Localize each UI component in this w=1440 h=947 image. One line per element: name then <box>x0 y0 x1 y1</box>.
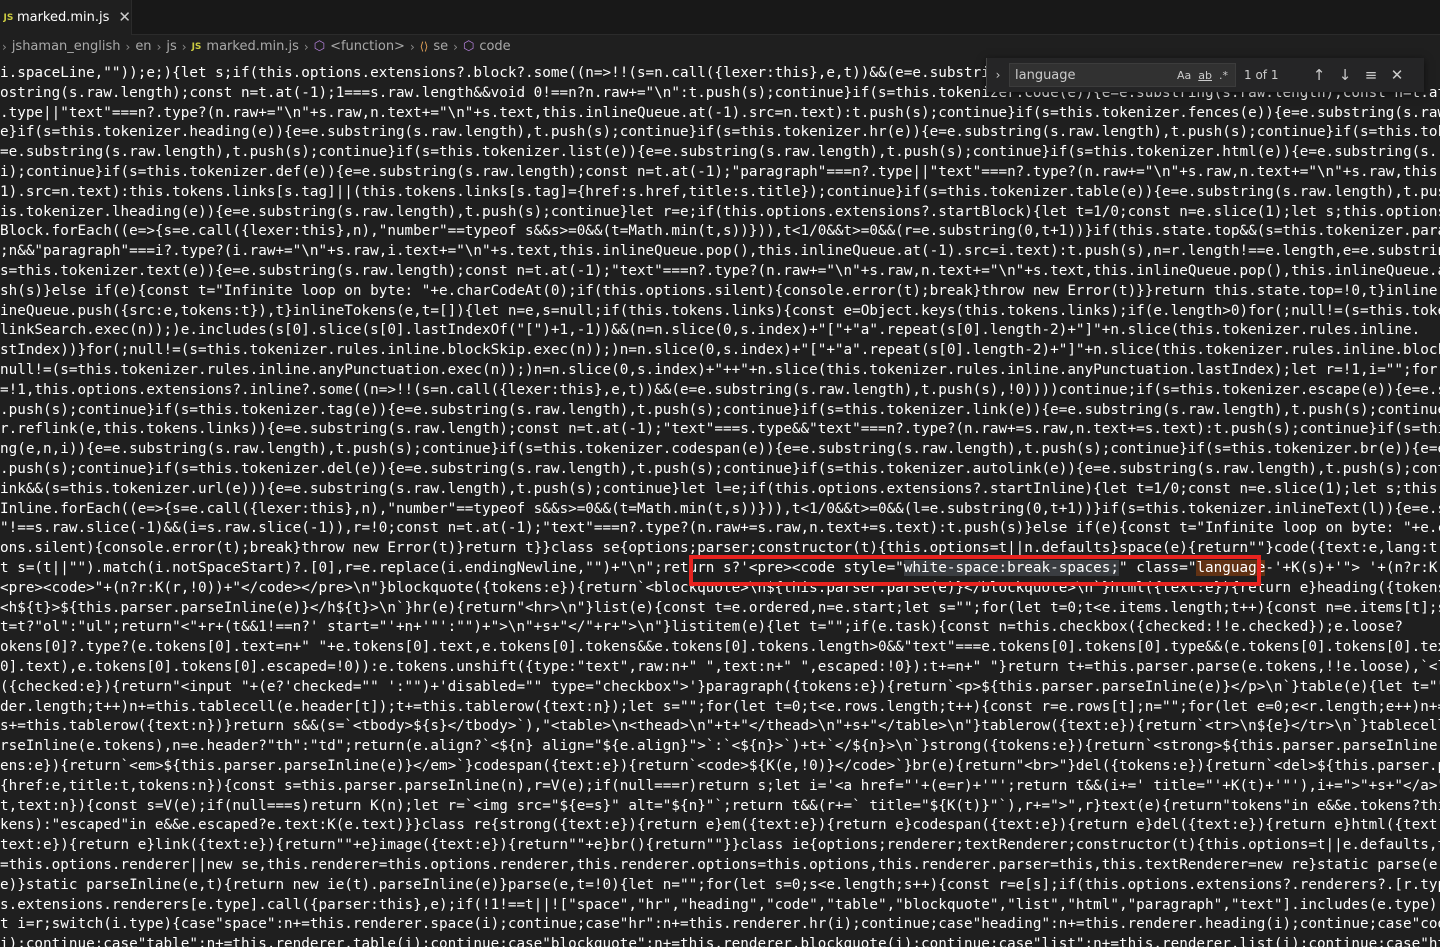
variable-icon: ⟨⟩ <box>420 40 429 53</box>
breadcrumb-label: jshaman_english <box>12 39 121 54</box>
chevron-right-icon: › <box>157 40 162 54</box>
chevron-right-icon: › <box>304 40 309 54</box>
breadcrumb-item-file[interactable]: JS marked.min.js <box>192 39 299 54</box>
chevron-right-icon: › <box>2 40 7 54</box>
code-line[interactable]: r.reflink(e,this.tokens.links)){e=e.subs… <box>0 420 1440 440</box>
chevron-right-icon: › <box>126 40 131 54</box>
code-line[interactable]: =this.options.renderer||new se,this.rend… <box>0 856 1440 876</box>
selected-text: white-space:break-spaces; <box>904 560 1119 576</box>
code-line[interactable]: sh(s)}else if(e){const t="Infinite loop … <box>0 282 1440 302</box>
code-text: <pre><code style=" <box>749 560 904 576</box>
close-icon[interactable]: ✕ <box>118 10 131 25</box>
code-line[interactable]: 0].text),e.tokens[0].tokens[0].escaped=!… <box>0 658 1440 678</box>
code-line[interactable]: .push(s);continue}if(s=this.tokenizer.de… <box>0 460 1440 480</box>
code-line[interactable]: ;n&&"paragraph"===i?.type?(i.raw+="\n"+s… <box>0 242 1440 262</box>
breadcrumb-label: code <box>479 39 510 54</box>
find-in-selection-icon[interactable]: ≡ <box>1358 68 1384 83</box>
breadcrumb: › jshaman_english › en › js › JS marked.m… <box>0 35 1440 58</box>
code-text: " class=" <box>1119 560 1196 576</box>
code-line[interactable]: stIndex))}for(;null!=(s=this.tokenizer.r… <box>0 341 1440 361</box>
next-match-icon[interactable]: ↓ <box>1332 68 1358 83</box>
code-line[interactable]: text:e}){return e}link({text:e}){return"… <box>0 836 1440 856</box>
code-line[interactable]: is.tokenizer.lheading(e)){e=e.substring(… <box>0 203 1440 223</box>
close-icon[interactable]: ✕ <box>1384 68 1410 83</box>
code-line[interactable]: =!1,this.options.extensions?.inline?.som… <box>0 381 1440 401</box>
find-query[interactable]: language <box>1010 68 1177 83</box>
code-line[interactable]: t=t?"ol":"ul";return"<"+r+(t&&1!==n?' st… <box>0 618 1403 638</box>
code-line[interactable]: ens:e}){return`<em>${this.parser.parseIn… <box>0 757 1440 777</box>
code-line[interactable]: <h${t}>${this.parser.parseInline(e)}</h$… <box>0 599 1440 619</box>
code-line[interactable]: t s=(t||"").match(i.notSpaceStart)?.[0],… <box>0 559 1440 579</box>
method-cube-icon: ⬡ <box>463 39 474 54</box>
breadcrumb-item-folder[interactable]: en <box>135 39 151 54</box>
js-file-icon: JS <box>2 13 15 23</box>
code-line[interactable]: s.extensions.renderers[e.type].call({par… <box>0 896 1440 916</box>
code-line[interactable]: 1).src=n.text):this.tokens.links[s.tag]|… <box>0 183 1440 203</box>
code-line[interactable]: ({checked:e}){return"<input "+(e?'checke… <box>0 678 1440 698</box>
code-line[interactable]: okens[0]?.type?(e.tokens[0].text=n+" "+e… <box>0 638 1440 658</box>
find-widget: › language Aa ab .* 1 of 1 ↑ ↓ ≡ ✕ <box>986 58 1424 92</box>
search-match: language <box>1196 560 1265 576</box>
code-line[interactable]: ons.silent){console.error(t);break}throw… <box>0 539 1440 559</box>
chevron-right-icon: › <box>182 40 187 54</box>
breadcrumb-item-folder[interactable]: jshaman_english <box>12 39 121 54</box>
tab-label: marked.min.js <box>17 10 109 25</box>
code-line[interactable]: ng(e,n,i)){e=e.substring(s.raw.length),t… <box>0 440 1440 460</box>
toggle-replace-chevron-icon[interactable]: › <box>989 68 1007 82</box>
breadcrumb-label: <function> <box>330 39 405 54</box>
tab-bar: JS marked.min.js ✕ <box>0 0 1440 35</box>
code-editor[interactable]: i.spaceLine,""));e;){let s;if(this.optio… <box>0 58 1440 947</box>
code-line[interactable]: e)}static parseInline(e,t){return new ie… <box>0 876 1440 896</box>
code-line[interactable]: Inline.forEach((e=>{s=e.call({lexer:this… <box>0 500 1440 520</box>
breadcrumb-item-function[interactable]: ⬡ <function> <box>314 39 405 54</box>
code-line[interactable]: t i=r;switch(i.type){case"space":n+=this… <box>0 915 1440 935</box>
code-line[interactable]: s=this.tokenizer.text(e)){e=e.substring(… <box>0 262 1440 282</box>
previous-match-icon[interactable]: ↑ <box>1306 68 1332 83</box>
method-cube-icon: ⬡ <box>314 39 325 54</box>
code-line[interactable]: .push(s);continue}if(s=this.tokenizer.ta… <box>0 401 1440 421</box>
breadcrumb-label: se <box>433 39 448 54</box>
code-line[interactable]: s+=this.tablerow({text:n})}return s&&(s=… <box>0 717 1440 737</box>
regex-icon[interactable]: .* <box>1219 69 1228 82</box>
code-line[interactable]: Block.forEach((e=>{s=e.call({lexer:this}… <box>0 222 1440 242</box>
code-line[interactable]: =e.substring(s.raw.length),t.push(s);con… <box>0 143 1440 163</box>
code-line[interactable]: {href:e,title:t,tokens:n}){const s=this.… <box>0 777 1440 797</box>
match-count: 1 of 1 <box>1244 68 1306 82</box>
breadcrumb-item-variable[interactable]: ⟨⟩ se <box>420 39 448 54</box>
code-line[interactable]: t,text:n}){const s=V(e);if(null===s)retu… <box>0 797 1440 817</box>
code-text: -'+K(s)+'"> '+(n?r:K(r,!0))+"</ <box>1265 560 1440 576</box>
code-line[interactable]: linkSearch.exec(n));)e.includes(s[0].sli… <box>0 321 1420 341</box>
code-line[interactable]: i);continue;case"table":n+=this.renderer… <box>0 935 1440 947</box>
breadcrumb-label: js <box>166 39 176 54</box>
code-line[interactable]: null!=(s=this.tokenizer.rules.inline.any… <box>0 361 1440 381</box>
code-line[interactable]: rseInline(e.tokens),n=e.header?"th":"td"… <box>0 737 1440 757</box>
js-file-icon: JS <box>192 42 202 52</box>
code-line[interactable]: i);continue}if(s=this.tokenizer.def(e)){… <box>0 163 1440 183</box>
code-line[interactable]: kens):"escaped"in e&&e.escaped?e.text:K(… <box>0 816 1440 836</box>
breadcrumb-item-method[interactable]: ⬡ code <box>463 39 511 54</box>
match-case-icon[interactable]: Aa <box>1177 69 1191 82</box>
code-line[interactable]: e}if(s=this.tokenizer.heading(e)){e=e.su… <box>0 123 1440 143</box>
code-line[interactable]: ink&&(s=this.tokenizer.url(e))){e=e.subs… <box>0 480 1440 500</box>
whole-word-icon[interactable]: ab <box>1198 69 1212 82</box>
code-line[interactable]: <pre><code>"+(n?r:K(r,!0))+"</code></pre… <box>0 579 1440 599</box>
code-line[interactable]: der.length;t++)n+=this.tablecell(e.heade… <box>0 698 1440 718</box>
chevron-right-icon: › <box>410 40 415 54</box>
breadcrumb-item-folder[interactable]: js <box>166 39 176 54</box>
tab-marked-min-js[interactable]: JS marked.min.js ✕ <box>0 0 132 35</box>
chevron-right-icon: › <box>453 40 458 54</box>
find-input[interactable]: language Aa ab .* <box>1009 63 1236 87</box>
code-line[interactable]: ineQueue.push({src:e,tokens:t}),t}inline… <box>0 302 1440 322</box>
breadcrumb-label: marked.min.js <box>206 39 298 54</box>
breadcrumb-label: en <box>135 39 151 54</box>
code-line[interactable]: i.spaceLine,""));e;){let s;if(this.optio… <box>0 64 1059 84</box>
code-line[interactable]: .type||"text"===n?.type?(n.raw+="\n"+s.r… <box>0 104 1440 124</box>
code-line[interactable]: "!==s.raw.slice(-1)&&(i=s.raw.slice(-1))… <box>0 519 1440 539</box>
